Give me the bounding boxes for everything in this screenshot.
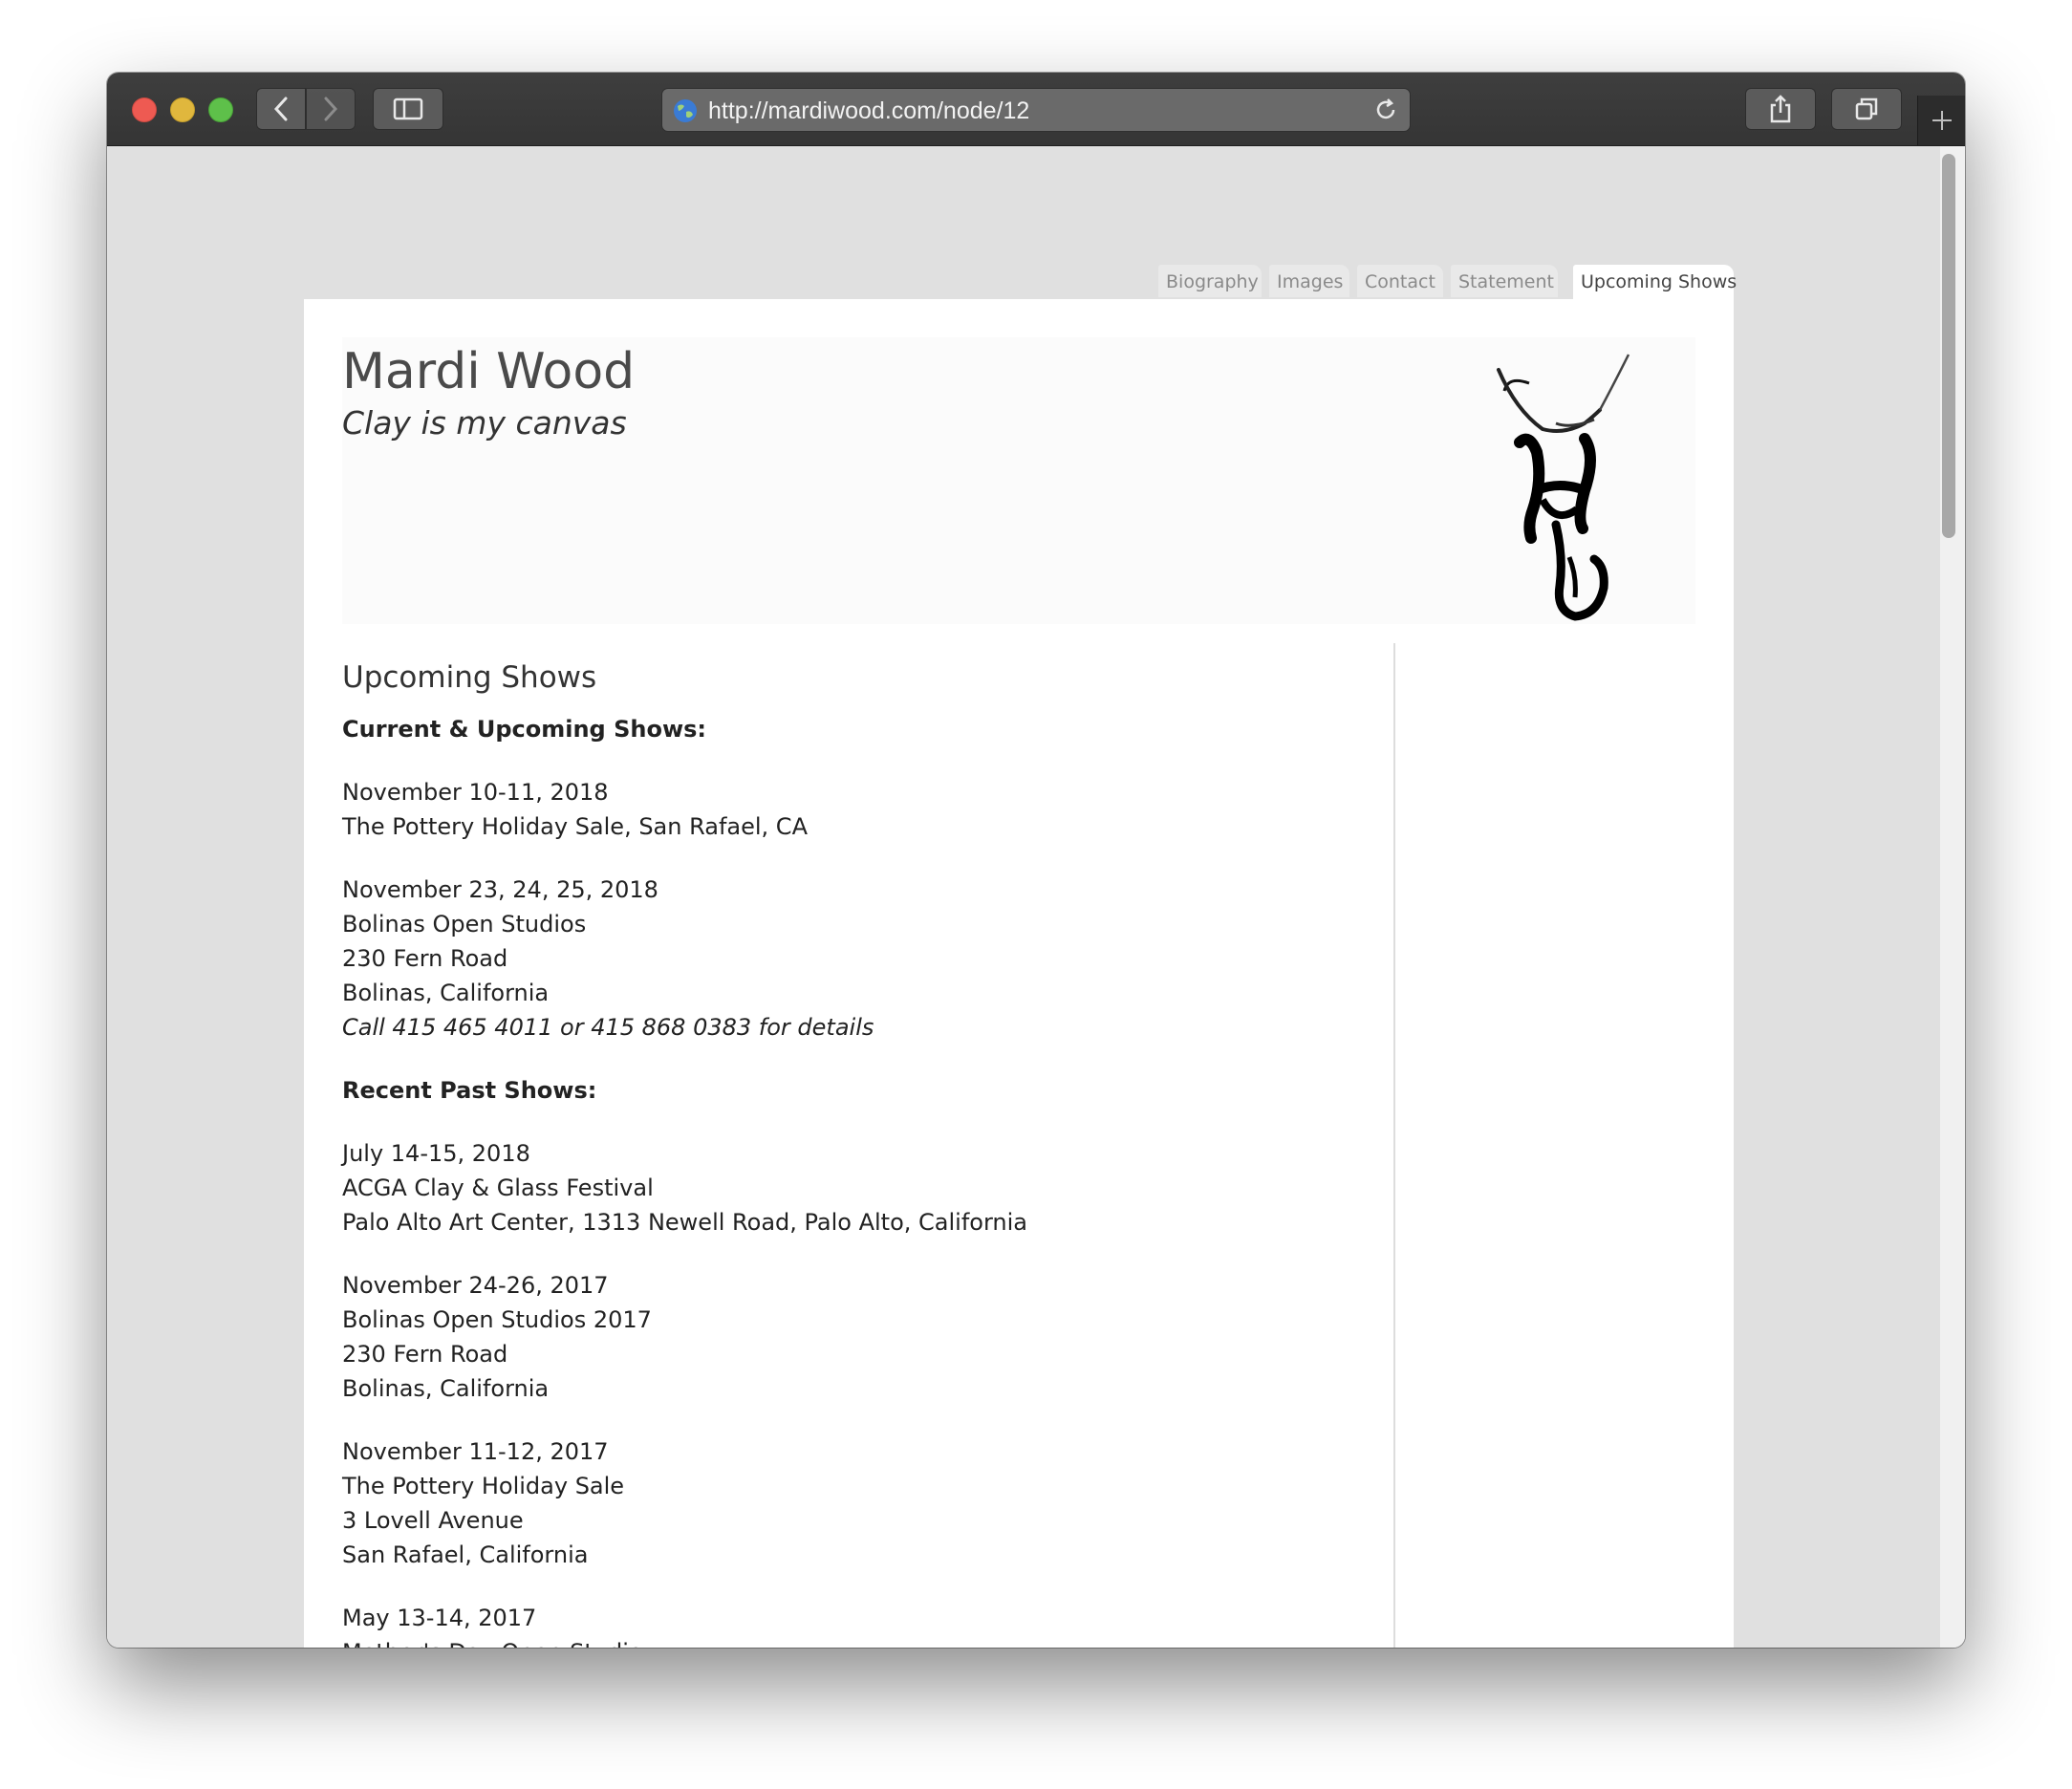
show-entry: May 13-14, 2017 Mother's Day Open Studio	[342, 1601, 1374, 1648]
show-line: ACGA Clay & Glass Festival	[342, 1175, 654, 1201]
address-bar[interactable]: http://mardiwood.com/node/12	[661, 88, 1411, 132]
new-tab-button[interactable]	[1917, 96, 1965, 145]
show-entry: November 10-11, 2018 The Pottery Holiday…	[342, 775, 1374, 844]
page-container: Mardi Wood Clay is my canvas Upcoming Sh…	[304, 299, 1734, 1648]
chevron-left-icon	[273, 97, 288, 121]
show-line: Bolinas Open Studios	[342, 911, 587, 938]
show-line: July 14-15, 2018	[342, 1140, 530, 1167]
show-entry: November 23, 24, 25, 2018 Bolinas Open S…	[342, 873, 1374, 1045]
show-line: November 11-12, 2017	[342, 1438, 609, 1465]
nav-tab-contact[interactable]: Contact	[1357, 265, 1443, 297]
back-button[interactable]	[256, 88, 306, 130]
globe-icon	[674, 99, 697, 122]
show-tabs-button[interactable]	[1831, 88, 1902, 130]
tabs-overview-icon	[1855, 97, 1878, 120]
show-line: Mother's Day Open Studio	[342, 1635, 1374, 1648]
nav-tab-images[interactable]: Images	[1269, 265, 1349, 297]
show-line: Bolinas Open Studios 2017	[342, 1306, 652, 1333]
main-content: Upcoming Shows Current & Upcoming Shows:…	[342, 658, 1374, 1648]
show-line: Bolinas, California	[342, 1375, 550, 1402]
share-icon	[1770, 95, 1791, 123]
site-name[interactable]: Mardi Wood	[342, 343, 635, 400]
plus-icon	[1932, 111, 1952, 130]
zoom-window-button[interactable]	[208, 97, 233, 122]
chevron-right-icon	[324, 97, 338, 121]
show-entry: July 14-15, 2018 ACGA Clay & Glass Festi…	[342, 1136, 1374, 1239]
url-text: http://mardiwood.com/node/12	[708, 97, 1030, 124]
show-line: Palo Alto Art Center, 1313 Newell Road, …	[342, 1209, 1027, 1236]
show-entry: November 24-26, 2017 Bolinas Open Studio…	[342, 1268, 1374, 1406]
show-line: The Pottery Holiday Sale, San Rafael, CA	[342, 813, 808, 840]
browser-toolbar: http://mardiwood.com/node/12	[107, 73, 1965, 146]
show-line: Bolinas, California	[342, 980, 550, 1006]
show-line: 3 Lovell Avenue	[342, 1507, 524, 1534]
scrollbar-thumb[interactable]	[1942, 154, 1955, 538]
nav-tab-statement[interactable]: Statement	[1451, 265, 1558, 297]
site-logo[interactable]	[1441, 337, 1642, 624]
show-line: November 23, 24, 25, 2018	[342, 876, 658, 903]
forward-button[interactable]	[306, 88, 356, 130]
sidebar-icon	[393, 97, 423, 120]
site-slogan: Clay is my canvas	[342, 404, 627, 442]
current-shows-heading: Current & Upcoming Shows:	[342, 716, 706, 743]
sidebar-divider	[1393, 643, 1395, 1648]
minimize-window-button[interactable]	[170, 97, 195, 122]
nav-tab-upcoming-shows[interactable]: Upcoming Shows	[1573, 265, 1737, 299]
show-line: 230 Fern Road	[342, 945, 508, 972]
web-content: Biography Images Contact Statement Upcom…	[107, 146, 1965, 1648]
browser-window: http://mardiwood.com/node/12 Biography I…	[107, 73, 1965, 1648]
sidebar-toggle-button[interactable]	[373, 88, 443, 130]
show-line: San Rafael, California	[342, 1541, 589, 1568]
show-line: November 24-26, 2017	[342, 1272, 609, 1299]
show-line: May 13-14, 2017	[342, 1605, 537, 1631]
show-note: Call 415 465 4011 or 415 868 0383 for de…	[342, 1014, 874, 1041]
close-window-button[interactable]	[132, 97, 157, 122]
show-line: November 10-11, 2018	[342, 779, 609, 806]
site-header: Mardi Wood Clay is my canvas	[342, 337, 1695, 624]
show-line: 230 Fern Road	[342, 1341, 508, 1368]
show-entry: November 11-12, 2017 The Pottery Holiday…	[342, 1434, 1374, 1572]
reload-icon[interactable]	[1373, 97, 1398, 122]
share-button[interactable]	[1745, 88, 1816, 130]
nav-tab-biography[interactable]: Biography	[1158, 265, 1262, 297]
page-title: Upcoming Shows	[342, 660, 597, 695]
show-line: The Pottery Holiday Sale	[342, 1473, 625, 1499]
past-shows-heading: Recent Past Shows:	[342, 1077, 597, 1104]
